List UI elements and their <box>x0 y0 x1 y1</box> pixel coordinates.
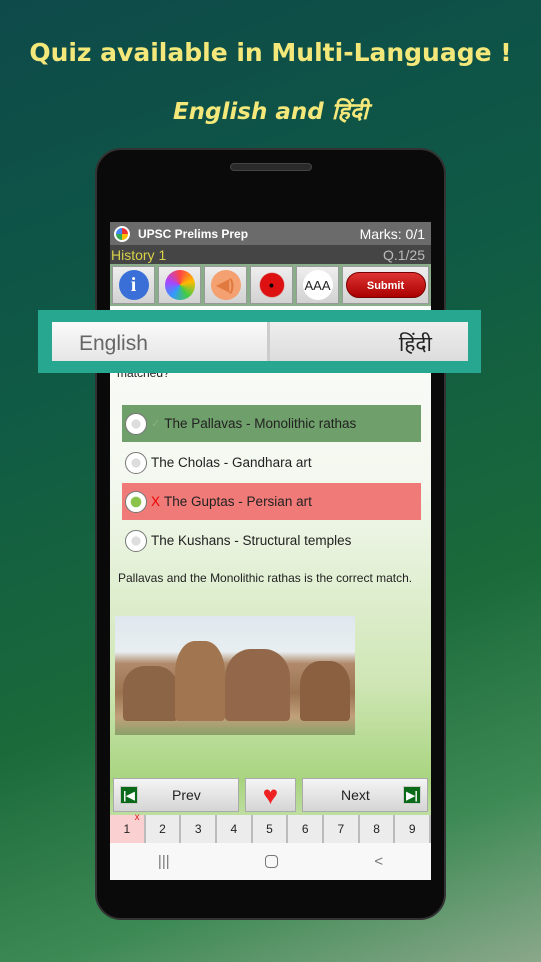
speaker-icon: ◀) <box>210 270 241 300</box>
next-button[interactable]: Next ▶| <box>302 778 428 812</box>
explanation-text: Pallavas and the Monolithic rathas is th… <box>118 571 413 585</box>
font-size-button[interactable]: AAA <box>296 266 339 304</box>
question-number-7[interactable]: 7 <box>324 815 360 843</box>
report-bug-button[interactable]: • <box>250 266 293 304</box>
question-number-8[interactable]: 8 <box>359 815 396 843</box>
language-selector: English हिंदी <box>38 310 481 373</box>
option-text: The Cholas - Gandhara art <box>151 455 312 470</box>
number-label: 1 <box>123 822 131 836</box>
question-number-1[interactable]: 1x <box>110 812 146 843</box>
recent-apps-icon[interactable]: ||| <box>158 853 170 870</box>
prev-label: Prev <box>172 787 201 803</box>
submit-button[interactable]: Submit <box>342 266 429 304</box>
question-number-6[interactable]: 6 <box>288 815 325 843</box>
sound-button[interactable]: ◀) <box>204 266 247 304</box>
option-text: The Kushans - Structural temples <box>151 533 352 548</box>
promo-headline: Quiz available in Multi-Language ! <box>29 38 512 67</box>
option-2[interactable]: The Cholas - Gandhara art <box>122 444 421 481</box>
promo-subheadline: English and हिंदी <box>172 99 369 125</box>
ladybug-icon: • <box>256 270 287 300</box>
wrong-mark-icon: x <box>134 812 140 823</box>
info-icon: i <box>118 270 149 300</box>
question-number-9[interactable]: 9 <box>395 815 431 843</box>
info-button[interactable]: i <box>112 266 155 304</box>
question-number-3[interactable]: 3 <box>181 815 218 843</box>
radio-button[interactable] <box>125 529 147 552</box>
option-1[interactable]: ✓ The Pallavas - Monolithic rathas <box>122 405 421 442</box>
radio-button[interactable] <box>125 412 147 435</box>
language-hindi[interactable]: हिंदी <box>270 322 468 361</box>
prev-button[interactable]: |◀ Prev <box>113 778 239 812</box>
question-number-2[interactable]: 2 <box>145 815 182 843</box>
navigation-row: |◀ Prev ♥ Next ▶| <box>113 778 428 812</box>
check-icon: ✓ <box>151 418 161 430</box>
app-title: UPSC Prelims Prep <box>138 226 249 241</box>
subject-label: History 1 <box>111 246 167 263</box>
heart-icon: ♥ <box>262 779 279 810</box>
option-text: The Guptas - Persian art <box>164 494 312 509</box>
system-nav-bar: ||| < <box>110 843 431 880</box>
favorite-button[interactable]: ♥ <box>245 778 296 812</box>
submit-label: Submit <box>345 272 426 298</box>
next-label: Next <box>341 787 370 803</box>
question-number-4[interactable]: 4 <box>217 815 253 843</box>
language-english[interactable]: English <box>52 322 270 361</box>
option-3[interactable]: X The Guptas - Persian art <box>122 483 421 520</box>
back-icon[interactable]: < <box>374 853 383 870</box>
question-counter: Q.1/25 <box>382 246 425 263</box>
app-logo-icon <box>114 225 130 242</box>
photos-icon <box>164 270 195 300</box>
marks-display: Marks: 0/1 <box>359 225 425 242</box>
home-icon[interactable] <box>265 855 279 868</box>
title-bar: UPSC Prelims Prep Marks: 0/1 <box>110 222 431 245</box>
next-arrow-icon: ▶| <box>403 786 421 804</box>
wrong-icon: X <box>151 494 161 509</box>
toolbar: i ◀) • AAA Submit <box>110 264 431 306</box>
monument-photo <box>115 616 355 735</box>
prev-arrow-icon: |◀ <box>120 786 138 804</box>
radio-button-selected[interactable] <box>125 490 147 513</box>
radio-button[interactable] <box>125 451 147 474</box>
font-size-icon: AAA <box>302 270 333 300</box>
question-number-5[interactable]: 5 <box>252 815 289 843</box>
photos-button[interactable] <box>158 266 201 304</box>
option-4[interactable]: The Kushans - Structural temples <box>122 522 421 559</box>
subject-bar: History 1 Q.1/25 <box>110 245 431 264</box>
phone-speaker <box>230 163 312 171</box>
option-text: The Pallavas - Monolithic rathas <box>164 416 357 431</box>
question-number-strip: 1x 2 3 4 5 6 7 8 9 <box>110 812 431 843</box>
